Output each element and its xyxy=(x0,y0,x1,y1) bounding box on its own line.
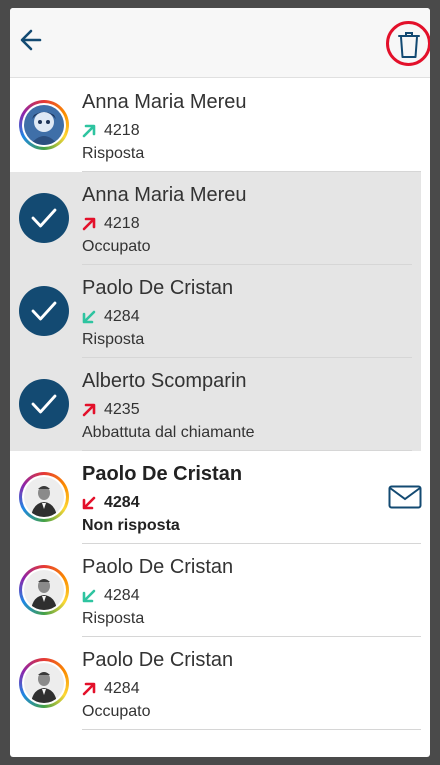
selected-checkmark[interactable] xyxy=(19,193,69,243)
avatar[interactable] xyxy=(19,472,69,522)
avatar[interactable] xyxy=(19,565,69,615)
contact-photo xyxy=(24,663,64,703)
outgoing-call-icon xyxy=(82,124,96,138)
call-info: 4284 xyxy=(82,307,140,327)
incoming-call-icon xyxy=(82,589,96,603)
call-status: Risposta xyxy=(82,145,145,162)
call-log-row[interactable]: Paolo De Cristan 4284 Risposta xyxy=(10,544,430,637)
call-log-row[interactable]: Anna Maria Mereu 4218 Risposta xyxy=(10,79,430,172)
contact-photo xyxy=(24,477,64,517)
extension-number: 4218 xyxy=(104,215,140,232)
trash-icon xyxy=(398,32,420,58)
contact-name: Paolo De Cristan xyxy=(82,463,243,485)
extension-number: 4284 xyxy=(104,680,140,697)
checkmark-icon xyxy=(31,394,57,414)
call-log-row[interactable]: Paolo De Cristan 4284 Occupato xyxy=(10,637,430,730)
incoming-call-icon xyxy=(82,496,96,510)
call-status: Occupato xyxy=(82,703,151,720)
checkmark-icon xyxy=(31,208,57,228)
contact-name: Paolo De Cristan xyxy=(82,649,234,671)
call-status: Risposta xyxy=(82,331,145,348)
top-bar xyxy=(10,8,430,78)
extension-number: 4284 xyxy=(104,494,140,511)
contact-name: Paolo De Cristan xyxy=(82,277,234,299)
selected-checkmark[interactable] xyxy=(19,379,69,429)
outgoing-call-icon xyxy=(82,682,96,696)
delete-button[interactable] xyxy=(386,21,430,66)
extension-number: 4284 xyxy=(104,308,140,325)
call-info: 4284 xyxy=(82,586,140,606)
call-log-list: Anna Maria Mereu 4218 Risposta Anna Maria M… xyxy=(10,79,430,730)
extension-number: 4218 xyxy=(104,122,140,139)
mail-icon xyxy=(388,485,422,509)
call-status: Risposta xyxy=(82,610,145,627)
contact-name: Alberto Scomparin xyxy=(82,370,247,392)
back-button[interactable] xyxy=(18,26,46,54)
row-divider xyxy=(82,729,421,730)
call-info: 4218 xyxy=(82,214,140,234)
call-info: 4235 xyxy=(82,400,140,420)
call-log-row[interactable]: Paolo De Cristan 4284 Non risposta xyxy=(10,451,430,544)
contact-photo xyxy=(24,570,64,610)
call-info: 4284 xyxy=(82,493,140,513)
contact-name: Paolo De Cristan xyxy=(82,556,234,578)
contact-name: Anna Maria Mereu xyxy=(82,184,247,206)
avatar[interactable] xyxy=(19,658,69,708)
call-status: Abbattuta dal chiamante xyxy=(82,424,255,441)
contact-photo xyxy=(24,105,64,145)
call-log-row[interactable]: Anna Maria Mereu 4218 Occupato xyxy=(10,172,421,265)
call-status: Occupato xyxy=(82,238,151,255)
call-log-row[interactable]: Alberto Scomparin 4235 Abbattuta dal chiam… xyxy=(10,358,421,451)
incoming-call-icon xyxy=(82,310,96,324)
outgoing-call-icon xyxy=(82,217,96,231)
call-info: 4284 xyxy=(82,679,140,699)
arrow-left-icon xyxy=(20,29,42,51)
selected-checkmark[interactable] xyxy=(19,286,69,336)
outgoing-call-icon xyxy=(82,403,96,417)
extension-number: 4284 xyxy=(104,587,140,604)
voicemail-button[interactable] xyxy=(388,485,422,509)
call-info: 4218 xyxy=(82,121,140,141)
avatar[interactable] xyxy=(19,100,69,150)
app-screen: Anna Maria Mereu 4218 Risposta Anna Maria M… xyxy=(10,8,430,757)
contact-name: Anna Maria Mereu xyxy=(82,91,247,113)
extension-number: 4235 xyxy=(104,401,140,418)
checkmark-icon xyxy=(31,301,57,321)
call-log-row[interactable]: Paolo De Cristan 4284 Risposta xyxy=(10,265,421,358)
call-status: Non risposta xyxy=(82,517,180,534)
